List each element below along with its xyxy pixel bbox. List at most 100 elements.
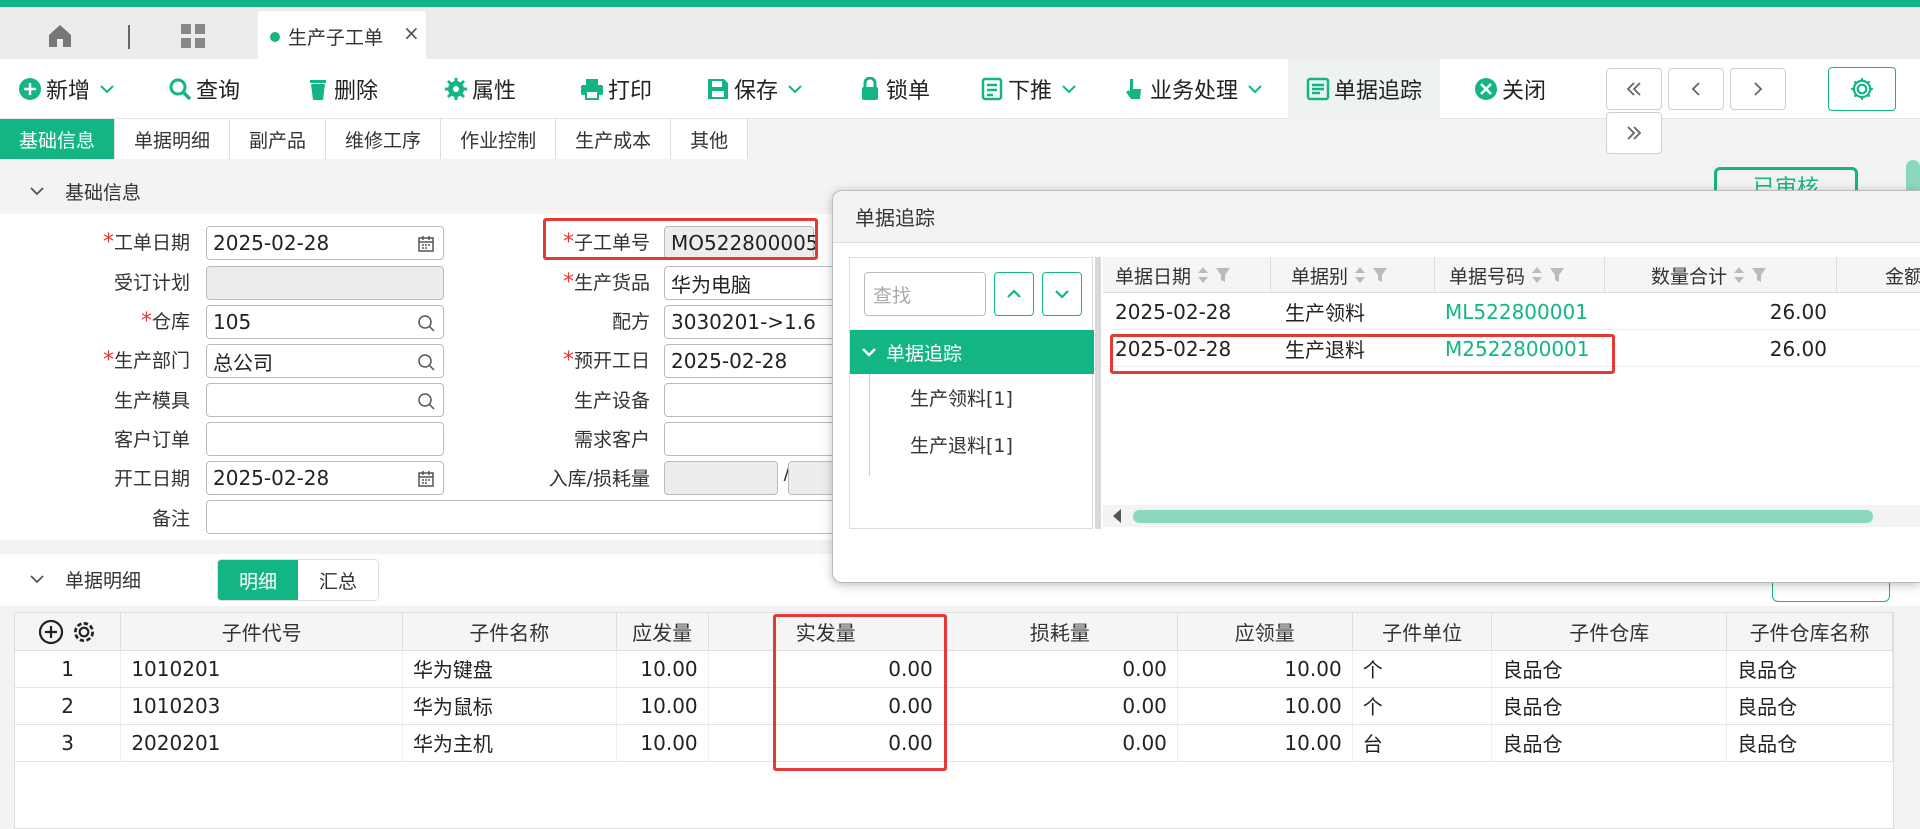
sort-icon[interactable] (1731, 265, 1747, 285)
product-field[interactable]: 华为电脑 (664, 266, 854, 300)
customer-order-field[interactable] (206, 422, 444, 456)
trace-row[interactable]: 2025-02-28 生产领料 ML522800001 26.00 (1103, 293, 1920, 330)
tab-production-cost[interactable]: 生产成本 (556, 119, 672, 159)
dept-field[interactable]: 总公司 (206, 344, 444, 378)
planned-start-field[interactable]: 2025-02-28 (664, 344, 854, 378)
tab-document-details[interactable]: 单据明细 (115, 119, 231, 159)
tree-root-node[interactable]: 单据追踪 (850, 330, 1094, 374)
last-record-button[interactable] (1606, 112, 1662, 154)
scroll-left-icon[interactable] (1113, 509, 1121, 523)
work-date-label: *工单日期 (102, 230, 190, 255)
col-child-warehouse[interactable]: 子件仓库 (1491, 613, 1728, 651)
col-child-code[interactable]: 子件代号 (120, 613, 403, 651)
splitter[interactable] (1095, 257, 1101, 529)
search-next-button[interactable] (1042, 272, 1082, 316)
save-button[interactable]: 保存 (706, 73, 808, 105)
tree-node-production-return[interactable]: 生产退料[1] (910, 431, 1013, 458)
basic-info-section-header[interactable]: 基础信息 (0, 166, 840, 216)
work-date-field[interactable]: 2025-02-28 (206, 226, 444, 260)
filter-icon[interactable] (1751, 266, 1767, 284)
col-doc-type[interactable]: 单据别 (1271, 257, 1435, 293)
col-doc-date[interactable]: 单据日期 (1103, 257, 1271, 293)
properties-button[interactable]: 属性 (444, 73, 516, 105)
active-tab-dot (270, 32, 280, 42)
first-record-button[interactable] (1606, 68, 1662, 110)
chevron-down-icon[interactable] (786, 80, 804, 98)
table-row[interactable]: 1 1010201 华为键盘 10.00 0.00 0.00 10.00 个 良… (15, 650, 1893, 688)
apps-grid-icon[interactable] (180, 23, 206, 49)
search-icon[interactable] (417, 353, 435, 371)
doc-number-link[interactable]: ML522800001 (1445, 293, 1605, 330)
search-icon[interactable] (417, 314, 435, 332)
sort-icon[interactable] (1352, 265, 1368, 285)
trace-search-input[interactable]: 查找 (864, 272, 986, 316)
prev-record-button[interactable] (1668, 68, 1724, 110)
hand-pointer-icon (1126, 79, 1141, 99)
col-should-receive[interactable]: 应领量 (1177, 613, 1353, 651)
tab-other[interactable]: 其他 (671, 119, 749, 159)
col-child-unit[interactable]: 子件单位 (1352, 613, 1493, 651)
push-down-label: 下推 (1008, 79, 1053, 104)
next-record-button[interactable] (1730, 68, 1786, 110)
business-process-button[interactable]: 业务处理 (1122, 73, 1268, 105)
query-button[interactable]: 查询 (168, 73, 240, 105)
sort-icon[interactable] (1195, 265, 1211, 285)
delete-button[interactable]: 删除 (306, 73, 378, 105)
search-prev-button[interactable] (994, 272, 1034, 316)
start-date-field[interactable]: 2025-02-28 (206, 461, 444, 495)
child-warehouse-name: 良品仓 (1726, 650, 1893, 688)
settings-button[interactable] (1828, 67, 1896, 111)
table-row[interactable]: 3 2020201 华为主机 10.00 0.00 0.00 10.00 台 良… (15, 724, 1893, 762)
scroll-thumb[interactable] (1133, 510, 1873, 523)
chevron-down-icon[interactable] (1246, 80, 1264, 98)
filter-icon[interactable] (1215, 266, 1231, 284)
push-down-button[interactable]: 下推 (980, 73, 1082, 105)
table-row[interactable]: 2 1010203 华为鼠标 10.00 0.00 0.00 10.00 个 良… (15, 687, 1893, 725)
equipment-field[interactable] (664, 383, 854, 417)
tree-node-production-pick[interactable]: 生产领料[1] (910, 384, 1013, 411)
chevron-down-icon[interactable] (1060, 80, 1078, 98)
close-button[interactable]: 关闭 (1474, 73, 1546, 105)
tab-repair-process[interactable]: 维修工序 (326, 119, 442, 159)
col-qty-total[interactable]: 数量合计 (1605, 257, 1837, 293)
chevron-down-icon (862, 348, 876, 357)
home-icon[interactable] (46, 23, 74, 49)
lock-button[interactable]: 锁单 (858, 73, 930, 105)
col-should-issue[interactable]: 应发量 (616, 613, 709, 651)
col-child-warehouse-name[interactable]: 子件仓库名称 (1726, 613, 1893, 651)
col-child-name[interactable]: 子件名称 (402, 613, 617, 651)
toggle-summary[interactable]: 汇总 (298, 560, 378, 600)
warehouse-field[interactable]: 105 (206, 305, 444, 339)
tab-job-control[interactable]: 作业控制 (441, 119, 557, 159)
remark-field[interactable] (206, 500, 846, 534)
search-icon[interactable] (417, 392, 435, 410)
new-button[interactable]: 新增 (18, 73, 120, 105)
formula-field[interactable]: 3030201->1.6 (664, 305, 854, 339)
delete-label: 删除 (334, 79, 379, 104)
calendar-icon[interactable] (417, 470, 435, 488)
filter-icon[interactable] (1372, 266, 1388, 284)
gear-icon[interactable] (71, 619, 97, 645)
col-loss[interactable]: 损耗量 (942, 613, 1178, 651)
print-button[interactable]: 打印 (580, 73, 652, 105)
tab-basic-info[interactable]: 基础信息 (0, 119, 116, 159)
tab-byproducts[interactable]: 副产品 (230, 119, 327, 159)
close-tab-icon[interactable]: × (403, 21, 420, 45)
qty-total: 26.00 (1769, 299, 1827, 324)
filter-icon[interactable] (1549, 266, 1565, 284)
details-section-toggle[interactable]: 单据明细 (0, 554, 840, 604)
document-trace-button[interactable]: 单据追踪 (1306, 73, 1422, 105)
document-trace-label: 单据追踪 (1334, 79, 1423, 104)
demand-customer-field[interactable] (664, 422, 854, 456)
dialog-title[interactable]: 单据追踪 (833, 191, 1920, 243)
tab-production-sub-order[interactable]: 生产子工单 × (258, 11, 426, 59)
add-row-icon[interactable] (38, 619, 64, 645)
col-doc-number[interactable]: 单据号码 (1435, 257, 1605, 293)
col-amount[interactable]: 金额 (1837, 257, 1920, 293)
trace-grid-hscrollbar[interactable] (1103, 505, 1920, 527)
calendar-icon[interactable] (417, 235, 435, 253)
toggle-detail[interactable]: 明细 (218, 560, 298, 600)
mold-field[interactable] (206, 383, 444, 417)
sort-icon[interactable] (1529, 265, 1545, 285)
chevron-down-icon[interactable] (98, 80, 116, 98)
